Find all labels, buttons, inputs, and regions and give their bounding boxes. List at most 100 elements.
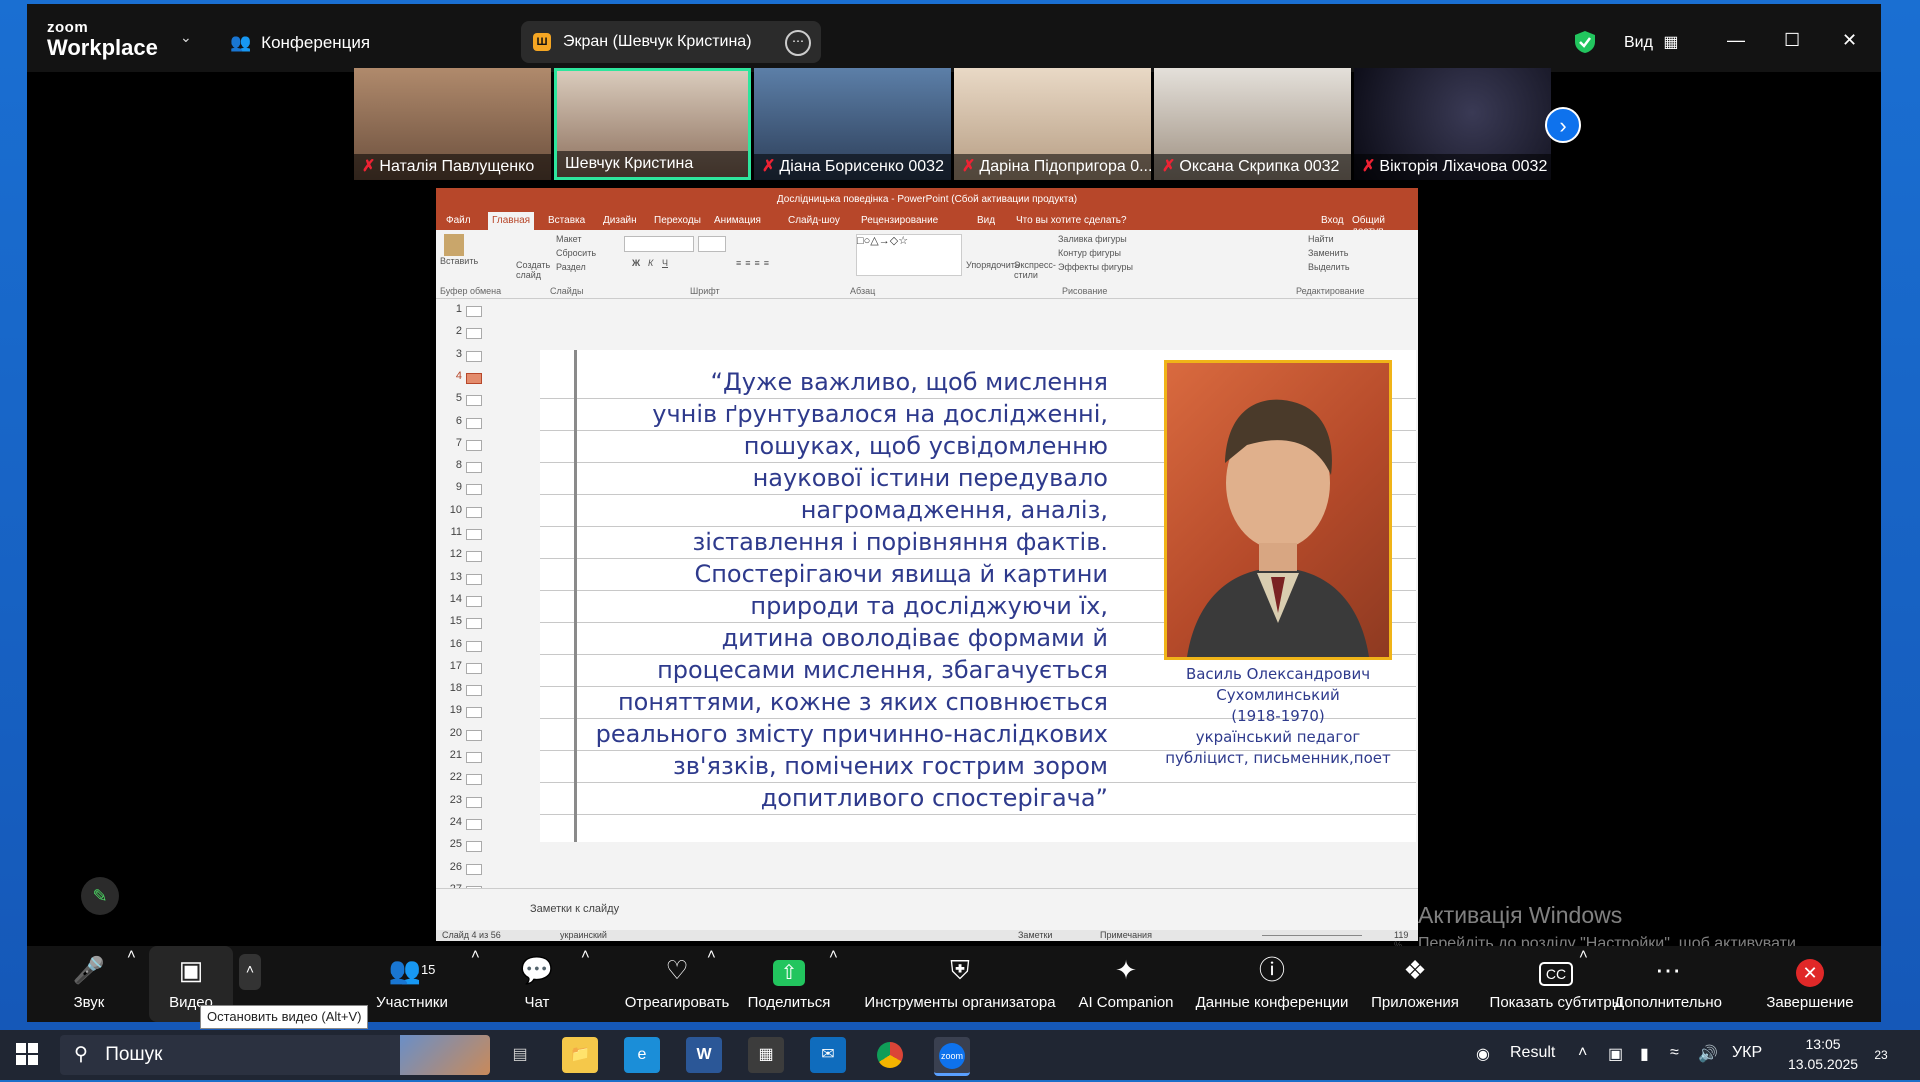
- ai-companion-button[interactable]: ✦ AI Companion: [1073, 946, 1179, 1022]
- react-button[interactable]: ♡ Отреагировать: [615, 946, 739, 1022]
- slide-thumbnail[interactable]: [466, 863, 482, 875]
- task-view-icon[interactable]: ▤: [502, 1037, 538, 1073]
- slide-thumb-number[interactable]: 5: [440, 392, 462, 404]
- slide-thumb-number[interactable]: 10: [440, 504, 462, 516]
- chat-button[interactable]: 💬 Чат: [507, 946, 567, 1022]
- slide-thumbnail[interactable]: [466, 484, 482, 496]
- slide-thumbnail[interactable]: [466, 306, 482, 317]
- slide-thumb-number[interactable]: 15: [440, 615, 462, 627]
- shapes-gallery[interactable]: □○△→◇☆: [856, 234, 962, 276]
- host-tools-button[interactable]: ⛨ Инструменты организатора: [857, 946, 1063, 1022]
- meet-now-icon[interactable]: ▣: [1608, 1044, 1623, 1064]
- slide-thumbnail[interactable]: [466, 529, 482, 540]
- react-options-chevron-icon[interactable]: ˄: [707, 946, 716, 1022]
- font-size-select[interactable]: [698, 236, 726, 252]
- slide-thumbnail[interactable]: [466, 729, 482, 741]
- slide-thumbnail[interactable]: [466, 595, 482, 607]
- slide-thumb-number[interactable]: 23: [440, 794, 462, 806]
- italic-icon[interactable]: К: [648, 258, 653, 268]
- shape-effects-button[interactable]: Эффекты фигуры: [1058, 262, 1133, 272]
- security-shield-icon[interactable]: [1574, 30, 1596, 54]
- battery-icon[interactable]: ▮: [1640, 1044, 1649, 1064]
- slide-thumbnail[interactable]: [466, 774, 482, 786]
- slide-thumbnail[interactable]: [466, 551, 482, 563]
- minimize-icon[interactable]: —: [1727, 30, 1745, 51]
- video-options-chevron-icon[interactable]: ˄: [239, 954, 261, 990]
- sports-widget-icon[interactable]: ◉: [1476, 1044, 1490, 1064]
- tab-review[interactable]: Рецензирование: [861, 215, 938, 226]
- taskbar-search-box[interactable]: ⚲ Пошук: [60, 1035, 490, 1075]
- slide-thumbnail[interactable]: [466, 439, 482, 451]
- paste-button[interactable]: Вставить: [440, 234, 478, 274]
- slide-thumb-number[interactable]: 4: [440, 370, 462, 382]
- tray-overflow-icon[interactable]: ˄: [1578, 1044, 1587, 1062]
- participant-tile[interactable]: ✗ Оксана Скрипка 0032: [1154, 68, 1351, 180]
- slide-thumb-number[interactable]: 8: [440, 459, 462, 471]
- slide-thumb-number[interactable]: 2: [440, 325, 462, 337]
- edge-browser-icon[interactable]: e: [624, 1037, 660, 1073]
- tab-insert[interactable]: Вставка: [548, 215, 585, 226]
- mail-icon[interactable]: ✉: [810, 1037, 846, 1073]
- volume-icon[interactable]: 🔊: [1698, 1044, 1718, 1064]
- slide-thumbnail[interactable]: [466, 350, 482, 362]
- word-icon[interactable]: W: [686, 1037, 722, 1073]
- arrange-button[interactable]: Упорядочить: [966, 260, 1020, 270]
- tab-slideshow[interactable]: Слайд-шоу: [788, 215, 840, 226]
- chat-options-chevron-icon[interactable]: ˄: [581, 946, 590, 1022]
- slide-thumbnail[interactable]: [466, 685, 482, 697]
- shape-outline-button[interactable]: Контур фигуры: [1058, 248, 1121, 258]
- chevron-down-icon[interactable]: ⌄: [180, 29, 192, 46]
- slide-thumb-number[interactable]: 14: [440, 593, 462, 605]
- select-button[interactable]: Выделить: [1308, 262, 1350, 272]
- wifi-icon[interactable]: ≈: [1670, 1044, 1679, 1062]
- participant-tile[interactable]: ✗ Вікторія Ліхачова 0032: [1354, 68, 1551, 180]
- more-options-icon[interactable]: ⋯: [785, 30, 811, 56]
- section-button[interactable]: Раздел: [556, 262, 586, 272]
- slide-thumb-number[interactable]: 11: [440, 526, 462, 538]
- slide-thumbnail[interactable]: [466, 707, 482, 719]
- tab-file[interactable]: Файл: [446, 215, 471, 226]
- slide-thumbnail[interactable]: [466, 640, 482, 652]
- captions-options-chevron-icon[interactable]: ˄: [1579, 946, 1588, 1022]
- shape-fill-button[interactable]: Заливка фигуры: [1058, 234, 1127, 244]
- participant-tile[interactable]: ✗ Наталія Павлущенко: [354, 68, 551, 180]
- slide-thumb-number[interactable]: 26: [440, 861, 462, 873]
- find-button[interactable]: Найти: [1308, 234, 1334, 244]
- slide-thumbnail[interactable]: [466, 662, 482, 674]
- next-page-arrow-icon[interactable]: ›: [1545, 107, 1581, 143]
- slide-thumb-number[interactable]: 9: [440, 481, 462, 493]
- slide-thumb-number[interactable]: 20: [440, 727, 462, 739]
- participant-tile-active[interactable]: Шевчук Кристина: [554, 68, 751, 180]
- share-status-pill[interactable]: Ш Экран (Шевчук Кристина) ⋯: [521, 21, 821, 63]
- slide-thumbnail[interactable]: [466, 573, 482, 585]
- slide-canvas[interactable]: “Дуже важливо, щоб мислення учнів ґрунтув…: [540, 350, 1416, 842]
- slide-thumbnail[interactable]: [466, 462, 482, 474]
- meeting-menu[interactable]: 👥 Конференция: [230, 33, 370, 53]
- windows-start-icon[interactable]: [16, 1043, 38, 1065]
- tab-design[interactable]: Дизайн: [603, 215, 637, 226]
- slide-thumb-number[interactable]: 16: [440, 638, 462, 650]
- slide-thumb-number[interactable]: 12: [440, 548, 462, 560]
- notification-center-icon[interactable]: 23: [1866, 1040, 1896, 1070]
- slide-thumb-number[interactable]: 22: [440, 771, 462, 783]
- sign-in-link[interactable]: Вход: [1321, 215, 1344, 226]
- meeting-info-button[interactable]: ⓘ Данные конференции: [1185, 946, 1359, 1022]
- new-slide-button[interactable]: Создать слайд: [516, 260, 550, 280]
- slide-thumbnail[interactable]: [466, 618, 482, 630]
- chrome-icon[interactable]: [872, 1037, 908, 1073]
- slide-thumb-number[interactable]: 1: [440, 303, 462, 315]
- participants-options-chevron-icon[interactable]: ˄: [471, 946, 480, 1022]
- slide-thumb-number[interactable]: 24: [440, 816, 462, 828]
- share-options-chevron-icon[interactable]: ˄: [829, 946, 838, 1022]
- view-button[interactable]: Вид ▦: [1624, 32, 1679, 52]
- close-icon[interactable]: ✕: [1842, 30, 1857, 51]
- notes-pane[interactable]: Заметки к слайду: [436, 888, 1418, 931]
- underline-icon[interactable]: Ч: [662, 258, 668, 268]
- slide-thumbnail[interactable]: [466, 796, 482, 808]
- slide-thumbnail[interactable]: [466, 752, 482, 763]
- zoom-taskbar-icon[interactable]: zoom: [934, 1037, 970, 1076]
- layout-button[interactable]: Макет: [556, 234, 581, 244]
- slide-thumbnail[interactable]: [466, 818, 482, 830]
- slide-thumb-number[interactable]: 6: [440, 415, 462, 427]
- participant-tile[interactable]: ✗ Даріна Підопригора 0...: [954, 68, 1151, 180]
